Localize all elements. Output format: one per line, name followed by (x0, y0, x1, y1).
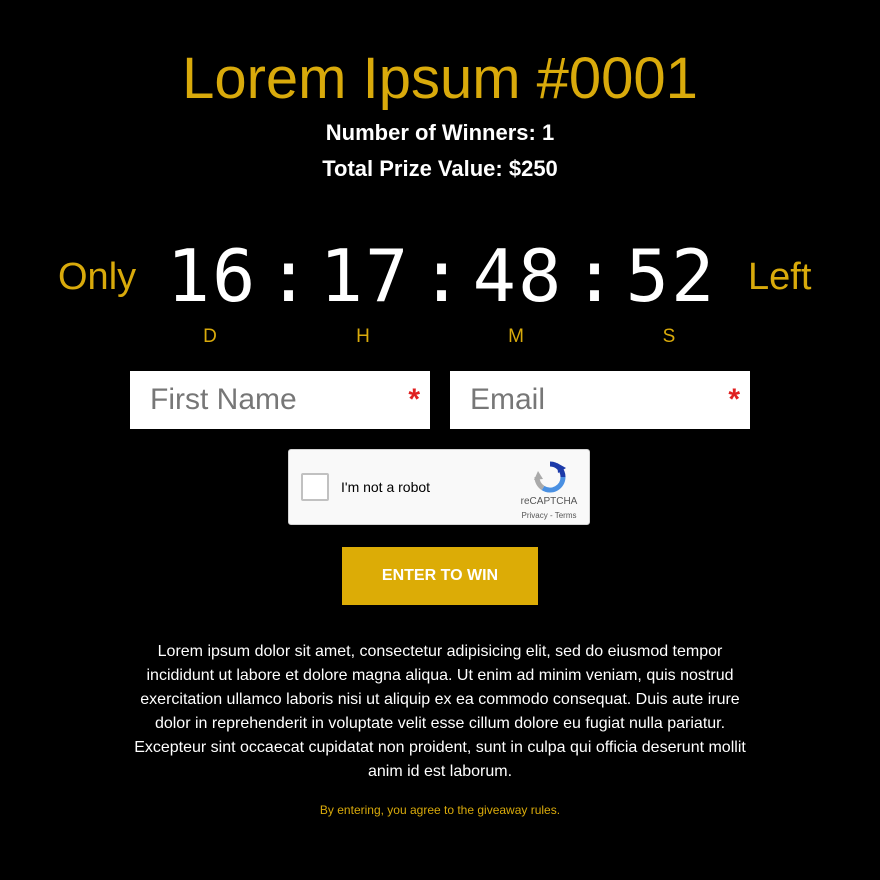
number-of-winners: Number of Winners: 1 (325, 120, 555, 145)
recaptcha-label: I'm not a robot (341, 479, 431, 495)
countdown-prefix: Only (58, 256, 137, 298)
giveaway-rules-link[interactable]: By entering, you agree to the giveaway r… (0, 802, 880, 818)
recaptcha-checkbox[interactable] (301, 473, 329, 501)
unit-seconds-label: S (662, 326, 676, 347)
countdown-seconds: 52 (625, 234, 717, 318)
countdown-separator: : (419, 234, 464, 318)
unit-minutes-label: M (508, 326, 524, 347)
countdown-separator: : (266, 234, 311, 318)
required-asterisk: * (728, 383, 740, 416)
recaptcha-terms-link[interactable]: Terms (555, 511, 577, 520)
countdown-minutes: 48 (472, 234, 564, 318)
countdown-days: 16 (166, 234, 258, 318)
recaptcha-logo-icon (534, 461, 566, 493)
countdown-hours: 17 (319, 234, 411, 318)
total-prize-value: Total Prize Value: $250 (322, 156, 558, 181)
countdown-separator: : (572, 234, 617, 318)
recaptcha-widget: I'm not a robot reCAPTCHA Privacy - Term… (288, 449, 590, 525)
email-field: * (450, 371, 750, 429)
giveaway-description: Lorem ipsum dolor sit amet, consectetur … (134, 643, 746, 780)
countdown-suffix: Left (748, 256, 812, 298)
enter-to-win-button[interactable]: ENTER TO WIN (342, 547, 538, 605)
recaptcha-privacy-link[interactable]: Privacy (522, 511, 548, 520)
first-name-field: * (130, 371, 430, 429)
recaptcha-link-separator: - (547, 511, 555, 520)
countdown-timer: 16 : 17 : 48 : 52 (162, 236, 722, 316)
first-name-input[interactable] (130, 371, 400, 429)
unit-days-label: D (203, 326, 217, 347)
required-asterisk: * (408, 383, 420, 416)
unit-hours-label: H (356, 326, 370, 347)
email-input[interactable] (450, 371, 720, 429)
recaptcha-links: Privacy - Terms (511, 511, 587, 521)
recaptcha-brand: reCAPTCHA (520, 496, 578, 507)
giveaway-title: Lorem Ipsum #0001 (182, 46, 698, 111)
